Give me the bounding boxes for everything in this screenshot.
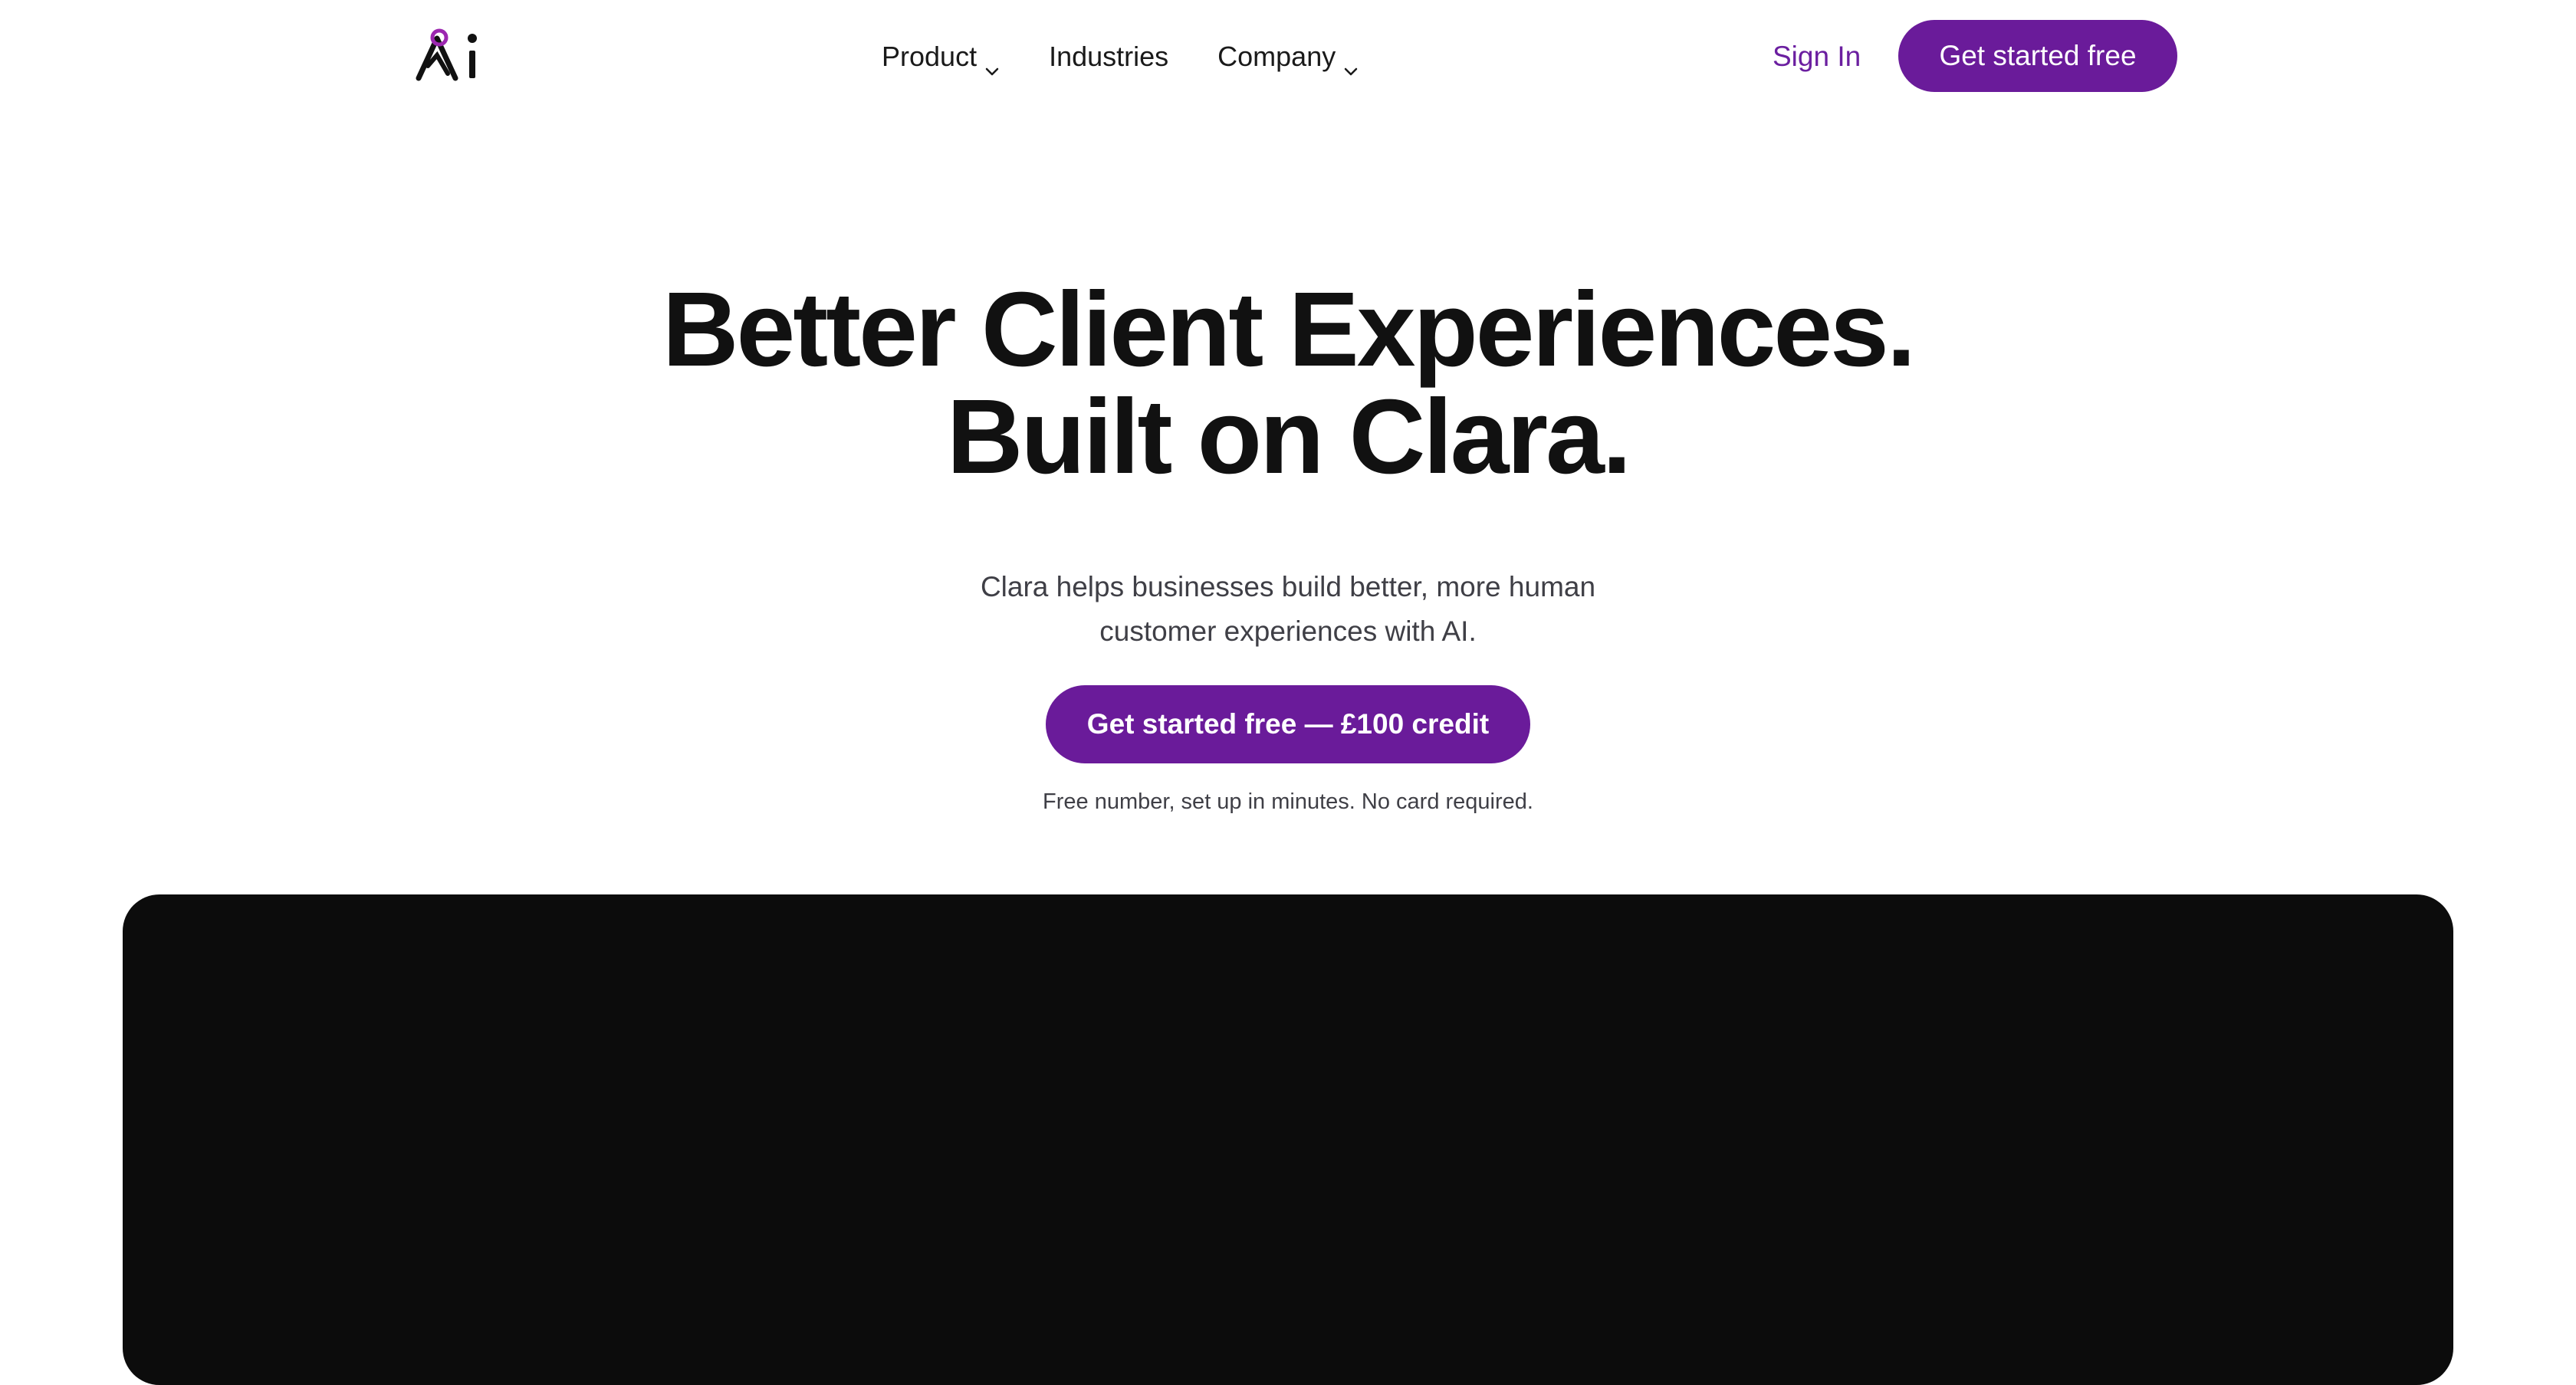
hero-subtitle: Clara helps businesses build better, mor… [0, 565, 2576, 654]
hero-title-line-1: Better Client Experiences. [662, 271, 1916, 389]
header-get-started-button[interactable]: Get started free [1898, 20, 2177, 92]
nav-industries-label: Industries [1049, 41, 1169, 72]
main-nav: Product Industries Company [882, 35, 1359, 78]
chevron-down-icon [1343, 51, 1359, 76]
chevron-down-icon [984, 51, 1000, 76]
site-header: Product Industries Company Sign In Get s… [0, 0, 2576, 112]
hero-title-line-2: Built on Clara. [946, 378, 1631, 496]
sign-in-link[interactable]: Sign In [1773, 35, 1861, 78]
nav-company[interactable]: Company [1217, 41, 1359, 76]
ai-logo-icon[interactable] [414, 28, 491, 83]
hero-note: Free number, set up in minutes. No card … [1043, 789, 1533, 814]
hero-subtitle-line-2: customer experiences with AI. [1099, 615, 1477, 647]
nav-industries[interactable]: Industries [1049, 41, 1168, 73]
hero-get-started-button[interactable]: Get started free — £100 credit [1046, 685, 1530, 763]
product-media-frame [123, 894, 2453, 1385]
hero-subtitle-line-1: Clara helps businesses build better, mor… [980, 571, 1596, 602]
nav-company-label: Company [1217, 41, 1336, 72]
hero-title: Better Client Experiences. Built on Clar… [0, 276, 2576, 491]
nav-product-label: Product [882, 41, 978, 72]
nav-product[interactable]: Product [882, 41, 1000, 76]
